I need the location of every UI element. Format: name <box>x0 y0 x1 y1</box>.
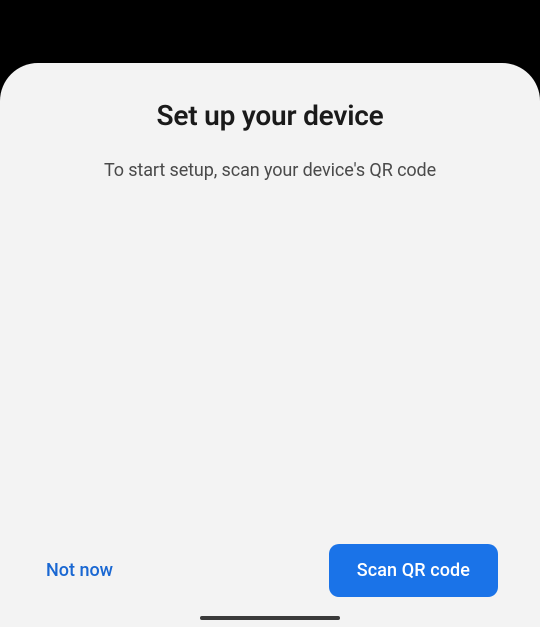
page-subtitle: To start setup, scan your device's QR co… <box>30 160 510 181</box>
page-title: Set up your device <box>30 99 510 132</box>
scan-qr-code-button[interactable]: Scan QR code <box>329 544 498 597</box>
setup-bottom-sheet: Set up your device To start setup, scan … <box>0 63 540 627</box>
action-bar: Not now Scan QR code <box>30 544 510 627</box>
gesture-nav-bar[interactable] <box>200 616 340 620</box>
not-now-button[interactable]: Not now <box>42 550 117 591</box>
content-spacer <box>30 181 510 544</box>
